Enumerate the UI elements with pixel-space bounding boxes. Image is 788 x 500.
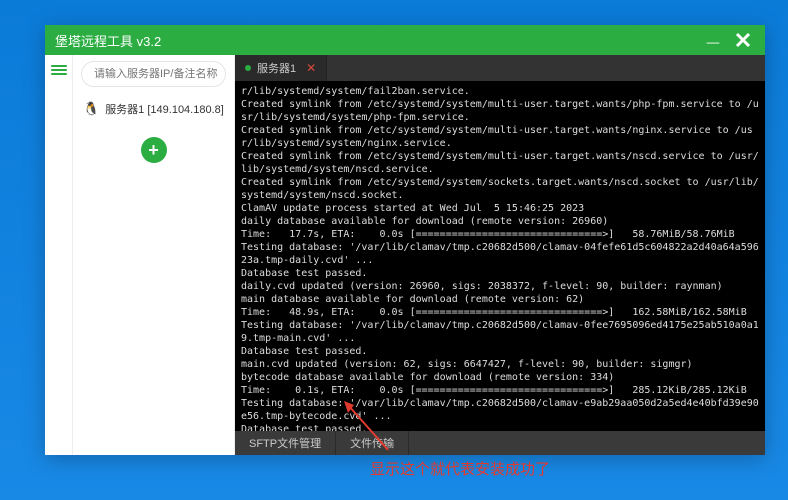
window-title: 堡塔远程工具 v3.2 (55, 31, 695, 50)
close-button[interactable] (731, 28, 755, 52)
titlebar: 堡塔远程工具 v3.2 _ (45, 25, 765, 55)
annotation-text: 显示这个就代表安装成功了 (370, 458, 550, 479)
server-list-item[interactable]: 🐧 服务器1 [149.104.180.8] (81, 97, 226, 121)
bottom-tab-transfer[interactable]: 文件传输 (336, 431, 409, 455)
tab-label: 服务器1 (257, 60, 296, 76)
linux-icon: 🐧 (83, 101, 99, 117)
tab-server1[interactable]: 服务器1 ✕ (235, 55, 327, 81)
close-icon (734, 31, 752, 49)
main-panel: 服务器1 ✕ r/lib/systemd/system/fail2ban.ser… (235, 55, 765, 455)
left-rail (45, 55, 73, 455)
sidebar: 🐧 服务器1 [149.104.180.8] + (73, 55, 235, 455)
app-window: 堡塔远程工具 v3.2 _ 🐧 服务器1 [149.104.180.8] + (45, 25, 765, 455)
tab-close-icon[interactable]: ✕ (306, 61, 316, 75)
menu-icon[interactable] (51, 63, 67, 75)
add-server-button[interactable]: + (141, 137, 167, 163)
minimize-button[interactable]: _ (701, 22, 725, 46)
bottom-tab-sftp[interactable]: SFTP文件管理 (235, 431, 336, 455)
server-label: 服务器1 [149.104.180.8] (105, 101, 224, 117)
search-input[interactable] (94, 68, 236, 80)
tab-bar: 服务器1 ✕ (235, 55, 765, 81)
search-box[interactable] (81, 61, 226, 87)
bottom-bar: SFTP文件管理 文件传输 (235, 431, 765, 455)
status-dot-icon (245, 65, 251, 71)
terminal-output[interactable]: r/lib/systemd/system/fail2ban.service. C… (235, 81, 765, 431)
